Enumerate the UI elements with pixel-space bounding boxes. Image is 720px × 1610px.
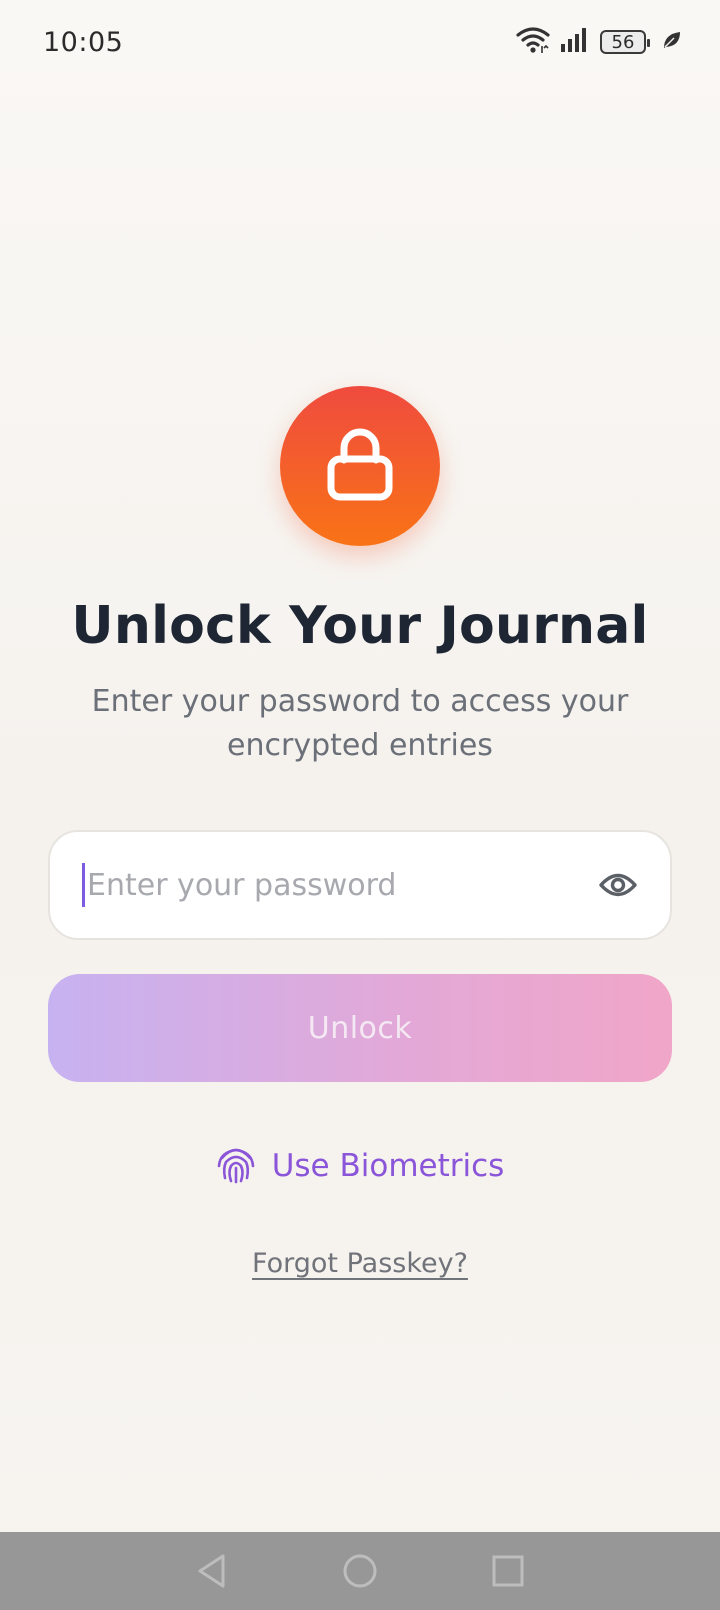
signal-icon <box>560 27 590 57</box>
eye-icon[interactable] <box>596 863 640 907</box>
battery-icon: 56 <box>600 30 650 54</box>
page-title: Unlock Your Journal <box>71 596 649 656</box>
leaf-icon <box>662 30 682 54</box>
text-caret <box>82 863 85 907</box>
recents-icon[interactable] <box>484 1547 532 1595</box>
biometrics-label: Use Biometrics <box>271 1148 505 1184</box>
status-bar: 10:05 56 <box>0 0 720 84</box>
home-icon[interactable] <box>336 1547 384 1595</box>
use-biometrics-button[interactable]: Use Biometrics <box>0 1144 720 1188</box>
lock-badge <box>280 386 440 546</box>
lock-icon <box>325 426 395 506</box>
wifi-icon <box>516 26 550 58</box>
system-nav-bar <box>0 1532 720 1610</box>
password-input[interactable] <box>87 867 596 903</box>
page-subtitle: Enter your password to access your encry… <box>91 684 629 763</box>
fingerprint-icon <box>216 1144 256 1188</box>
status-time: 10:05 <box>43 26 124 58</box>
back-icon[interactable] <box>188 1547 236 1595</box>
status-icons: 56 <box>516 26 682 58</box>
password-field[interactable] <box>48 830 672 940</box>
unlock-button[interactable]: Unlock <box>48 974 672 1082</box>
forgot-passkey-link[interactable]: Forgot Passkey? <box>0 1248 720 1279</box>
